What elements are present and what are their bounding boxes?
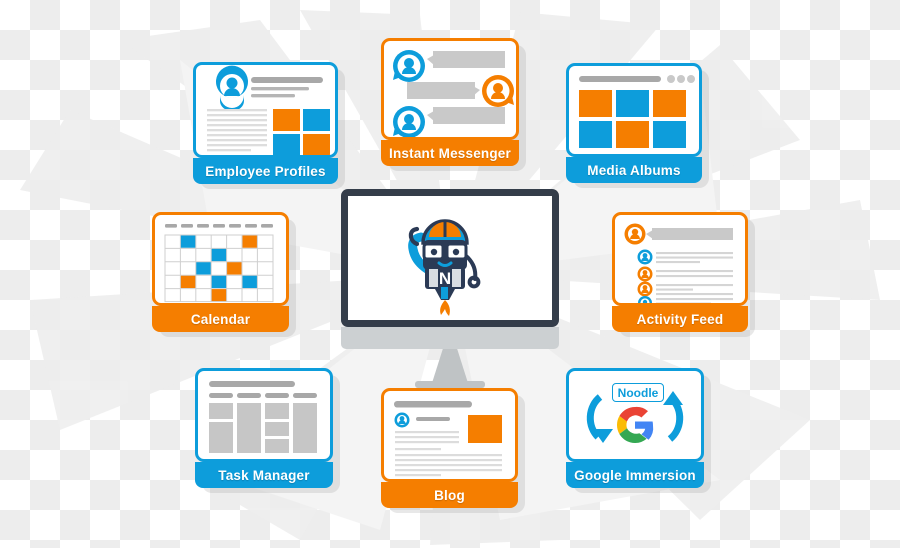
card-body	[381, 388, 518, 482]
card-label: Task Manager	[195, 462, 333, 488]
card-body	[381, 38, 519, 140]
media-illustration	[579, 75, 695, 148]
sync-arrows-icon: Noodle	[569, 371, 701, 459]
activity-illustration	[624, 223, 733, 303]
messenger-illustration	[393, 50, 514, 137]
card-task-manager[interactable]: Task Manager	[195, 368, 340, 493]
noodle-rocket-mascot: N	[408, 219, 481, 316]
mascot-badge-letter: N	[439, 269, 451, 288]
task-illustration	[209, 381, 317, 453]
chat-bubbles-icon	[384, 41, 516, 137]
card-google-immersion[interactable]: Noodle Google Immersion	[566, 368, 711, 493]
card-label: Google Immersion	[566, 462, 704, 488]
card-label: Calendar	[152, 306, 289, 332]
card-body	[195, 368, 333, 462]
calendar-grid-icon	[155, 215, 286, 303]
card-body	[566, 63, 702, 157]
user-profile-icon	[196, 65, 335, 155]
card-label: Blog	[381, 482, 518, 508]
card-label: Activity Feed	[612, 306, 748, 332]
card-label: Instant Messenger	[381, 140, 519, 166]
card-body	[152, 212, 289, 306]
desktop-monitor: N	[341, 189, 559, 389]
card-media-albums[interactable]: Media Albums	[566, 63, 709, 188]
kanban-board-icon	[198, 371, 330, 459]
monitor-chin	[341, 327, 559, 349]
card-employee-profiles[interactable]: Employee Profiles	[193, 62, 345, 189]
blog-illustration	[394, 401, 502, 477]
card-activity-feed[interactable]: Activity Feed	[612, 212, 755, 337]
monitor-stand-base	[415, 381, 485, 388]
photo-grid-icon	[569, 66, 699, 154]
noodle-badge: Noodle	[612, 383, 664, 402]
diagram-canvas: Employee Profiles Instant Messenger Medi…	[0, 0, 900, 548]
card-instant-messenger[interactable]: Instant Messenger	[381, 38, 526, 171]
card-body	[193, 62, 338, 158]
profile-illustration	[207, 65, 330, 155]
monitor-bezel: N	[341, 189, 559, 327]
article-icon	[384, 391, 515, 479]
monitor-screen: N	[348, 196, 552, 320]
card-blog[interactable]: Blog	[381, 388, 525, 513]
card-label: Media Albums	[566, 157, 702, 183]
card-calendar[interactable]: Calendar	[152, 212, 296, 337]
card-body: Noodle	[566, 368, 704, 462]
card-body	[612, 212, 748, 306]
calendar-illustration	[164, 224, 274, 303]
monitor-stand-neck	[432, 349, 468, 383]
feed-list-icon	[615, 215, 745, 303]
card-label: Employee Profiles	[193, 158, 338, 184]
